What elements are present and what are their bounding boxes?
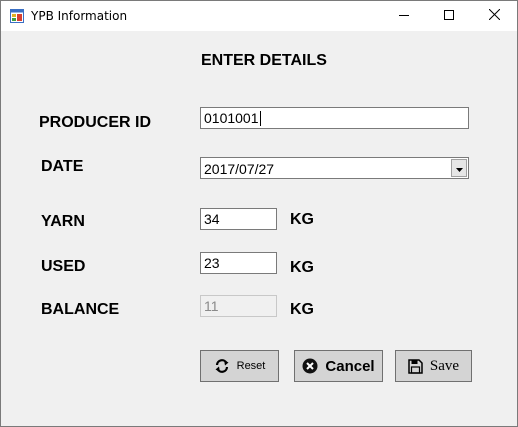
producer-id-input[interactable]: 0101001 [200,107,469,129]
producer-id-label: PRODUCER ID [39,114,152,131]
x-circle-icon [302,358,318,374]
window-title: YPB Information [31,9,128,23]
title-bar[interactable]: YPB Information [1,1,517,31]
yarn-label: YARN [41,213,85,230]
form-panel: ENTER DETAILS PRODUCER ID 0101001 DATE 2… [1,31,517,426]
save-button[interactable]: Save [395,350,472,382]
maximize-icon [444,7,454,25]
minimize-button[interactable] [381,1,427,31]
yarn-unit: KG [290,211,314,228]
used-label: USED [41,258,86,275]
save-label: Save [429,357,460,374]
used-input[interactable]: 23 [200,252,277,274]
date-value: 2017/07/27 [204,161,275,177]
reset-label: Reset [236,360,266,372]
balance-label: BALANCE [41,301,120,318]
cancel-label: Cancel [325,357,375,375]
producer-id-value: 0101001 [204,110,259,126]
app-window-icon [10,9,24,23]
date-label: DATE [41,158,84,175]
refresh-icon [214,358,230,374]
form-heading: ENTER DETAILS [201,52,327,69]
used-unit: KG [290,259,314,276]
app-window: YPB Information ENTER DETAILS PRODUCER I… [0,0,518,427]
balance-input-disabled: 11 [200,295,277,317]
text-caret [259,111,261,126]
close-icon [488,7,500,25]
cancel-button[interactable]: Cancel [294,350,383,382]
date-dropdown-button[interactable] [451,159,467,177]
close-button[interactable] [471,1,517,31]
save-icon [408,358,423,374]
balance-unit: KG [290,301,314,318]
yarn-input[interactable]: 34 [200,208,277,230]
minimize-icon [399,7,409,25]
date-picker[interactable]: 2017/07/27 [200,157,469,179]
reset-button[interactable]: Reset [200,350,279,382]
chevron-down-icon [455,159,463,177]
maximize-button[interactable] [426,1,472,31]
